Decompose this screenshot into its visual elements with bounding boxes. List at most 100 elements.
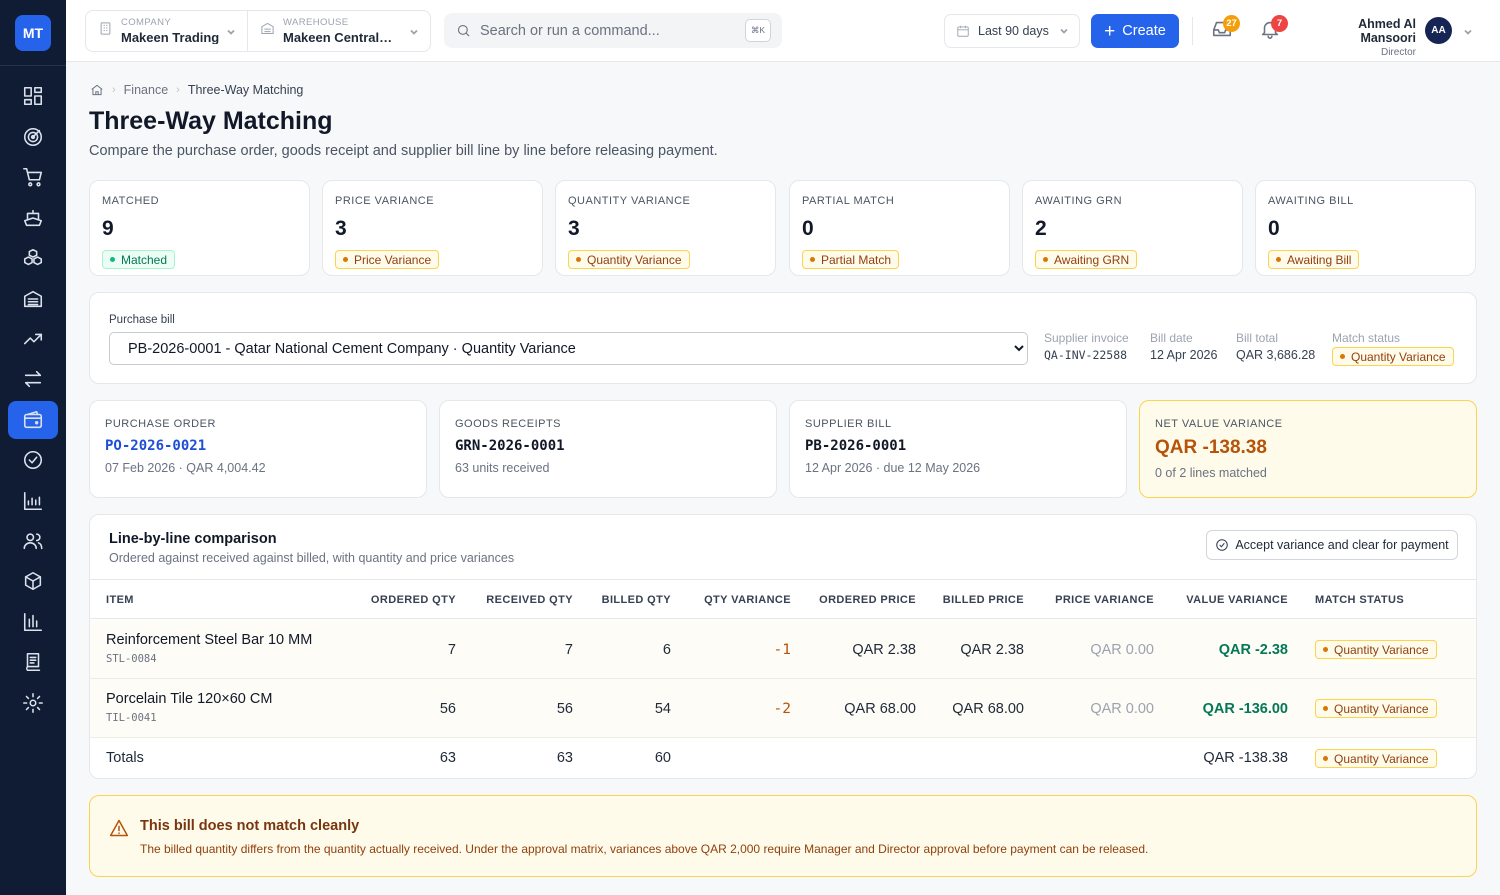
- sidebar-item-finance[interactable]: [8, 401, 58, 439]
- date-range-selector[interactable]: Last 90 days: [944, 14, 1080, 48]
- dashboard-icon: [23, 86, 43, 106]
- check-circle-icon: [23, 450, 43, 470]
- warehouse-icon: [23, 290, 43, 308]
- sidebar-item-approvals[interactable]: [8, 441, 58, 479]
- search-icon: [457, 24, 470, 37]
- stat-card-awaiting-grn[interactable]: AWAITING GRN 2 Awaiting GRN: [1022, 180, 1243, 276]
- status-badge: Awaiting GRN: [1035, 250, 1138, 269]
- page-title: Three-Way Matching: [89, 107, 333, 135]
- app-logo[interactable]: MT: [15, 15, 51, 51]
- sidebar-item-inventory[interactable]: [8, 239, 58, 277]
- stat-value: 9: [102, 217, 114, 240]
- purchase-bill-select[interactable]: PB-2026-0001 - Qatar National Cement Com…: [109, 332, 1028, 365]
- sidebar-item-ledger[interactable]: [8, 643, 58, 681]
- stat-value: 3: [568, 217, 580, 240]
- toolbar-divider: [1192, 17, 1193, 45]
- company-selector[interactable]: COMPANY Makeen Trading: [86, 11, 248, 51]
- alert-body: The billed quantity differs from the qua…: [140, 842, 1149, 856]
- purchase-order-link[interactable]: PO-2026-0021: [105, 438, 411, 454]
- trending-up-icon: [23, 333, 43, 345]
- accept-variance-button[interactable]: Accept variance and clear for payment: [1206, 530, 1458, 560]
- stat-card-matched[interactable]: MATCHED 9 Matched: [89, 180, 310, 276]
- breadcrumb: › Finance › Three-Way Matching: [90, 83, 303, 97]
- sidebar-item-settings[interactable]: [8, 684, 58, 722]
- supplier-bill-number: PB-2026-0001: [805, 438, 907, 454]
- chevron-down-icon: [1058, 25, 1070, 37]
- table-title: Line-by-line comparison: [109, 531, 277, 547]
- company-value: Makeen Trading: [121, 30, 220, 44]
- breadcrumb-separator: ›: [176, 84, 180, 96]
- avatar[interactable]: AA: [1425, 17, 1452, 44]
- users-icon: [23, 533, 43, 550]
- context-switcher: COMPANY Makeen Trading WAREHOUSE Makeen …: [85, 10, 431, 52]
- transfer-icon: [24, 370, 42, 388]
- stat-card-price-variance[interactable]: PRICE VARIANCE 3 Price Variance: [322, 180, 543, 276]
- stat-value: 0: [802, 217, 814, 240]
- notifications-button[interactable]: 7: [1259, 15, 1288, 44]
- status-badge: Awaiting Bill: [1268, 250, 1360, 269]
- sidebar-item-sales[interactable]: [8, 158, 58, 196]
- create-label: Create: [1122, 23, 1166, 39]
- status-badge: Matched: [102, 250, 176, 269]
- totals-row: Totals 63 63 60 QAR -138.38 Quantity Var…: [90, 738, 1476, 778]
- sidebar-item-reports[interactable]: [8, 482, 58, 520]
- bill-total: Bill total QAR 3,686.28: [1236, 331, 1316, 362]
- warehouse-selector[interactable]: WAREHOUSE Makeen Central Warehouse: [248, 11, 430, 51]
- breadcrumb-finance[interactable]: Finance: [124, 83, 168, 97]
- chart-icon: [23, 491, 43, 511]
- chevron-down-icon[interactable]: [1462, 25, 1474, 43]
- supplier-invoice: Supplier invoice QA-INV-22588: [1044, 331, 1129, 362]
- sidebar-item-statistics[interactable]: [8, 603, 58, 641]
- ship-icon: [23, 209, 43, 227]
- user-role: Director: [1380, 47, 1416, 58]
- comparison-table-card: Line-by-line comparison Ordered against …: [89, 514, 1477, 779]
- goods-receipt-number: GRN-2026-0001: [455, 438, 565, 454]
- warning-icon: [109, 819, 129, 837]
- ledger-icon: [26, 652, 41, 672]
- chevron-down-icon: [408, 25, 420, 43]
- stat-value: 3: [335, 217, 347, 240]
- create-button[interactable]: + Create: [1091, 14, 1179, 48]
- warehouse-value: Makeen Central Warehouse: [283, 30, 395, 44]
- stat-card-awaiting-bill[interactable]: AWAITING BILL 0 Awaiting Bill: [1255, 180, 1476, 276]
- company-label: COMPANY: [121, 17, 172, 29]
- breadcrumb-separator: ›: [112, 84, 116, 96]
- status-badge: Quantity Variance: [1332, 347, 1454, 366]
- stat-card-quantity-variance[interactable]: QUANTITY VARIANCE 3 Quantity Variance: [555, 180, 776, 276]
- purchase-order-card: PURCHASE ORDER PO-2026-0021 07 Feb 2026 …: [89, 400, 427, 498]
- table-row[interactable]: Reinforcement Steel Bar 10 MM STL-0084 7…: [90, 620, 1476, 679]
- home-icon[interactable]: [90, 83, 104, 97]
- purchase-bill-panel: Purchase bill PB-2026-0001 - Qatar Natio…: [89, 292, 1477, 384]
- mismatch-alert: This bill does not match cleanly The bil…: [89, 795, 1477, 877]
- stat-label: QUANTITY VARIANCE: [568, 195, 691, 207]
- command-search[interactable]: ⌘K: [444, 13, 782, 48]
- table-row[interactable]: Porcelain Tile 120×60 CM TIL-0041 56 56 …: [90, 679, 1476, 738]
- package-icon: [24, 571, 42, 591]
- sidebar-item-warehouse[interactable]: [8, 280, 58, 318]
- sidebar-item-transfers[interactable]: [8, 360, 58, 398]
- stat-value: 0: [1268, 217, 1280, 240]
- user-info[interactable]: Ahmed Al Mansoori Director: [1306, 17, 1416, 58]
- bar-chart-icon: [23, 612, 43, 632]
- stat-label: PARTIAL MATCH: [802, 195, 895, 207]
- sidebar-item-shipping[interactable]: [8, 199, 58, 237]
- sidebar-item-products[interactable]: [8, 562, 58, 600]
- net-value-variance: QAR -138.38: [1155, 437, 1267, 458]
- table-header: ITEM ORDERED QTY RECEIVED QTY BILLED QTY…: [90, 579, 1476, 619]
- stat-value: 2: [1035, 217, 1047, 240]
- date-range-label: Last 90 days: [978, 24, 1049, 38]
- sidebar-item-people[interactable]: [8, 522, 58, 560]
- sidebar-item-analytics[interactable]: [8, 320, 58, 358]
- goods-receipts-card: GOODS RECEIPTS GRN-2026-0001 63 units re…: [439, 400, 777, 498]
- settings-icon: [23, 693, 43, 713]
- stat-label: MATCHED: [102, 195, 160, 207]
- sidebar-item-targets[interactable]: [8, 118, 58, 156]
- warehouse-icon: [260, 21, 275, 41]
- search-input[interactable]: [480, 22, 730, 39]
- stat-card-partial-match[interactable]: PARTIAL MATCH 0 Partial Match: [789, 180, 1010, 276]
- sidebar-item-dashboard[interactable]: [8, 77, 58, 115]
- inbox-button[interactable]: 27: [1211, 15, 1240, 44]
- supplier-bill-card: SUPPLIER BILL PB-2026-0001 12 Apr 2026 ·…: [789, 400, 1127, 498]
- stat-label: AWAITING BILL: [1268, 195, 1354, 207]
- wallet-icon: [23, 410, 43, 429]
